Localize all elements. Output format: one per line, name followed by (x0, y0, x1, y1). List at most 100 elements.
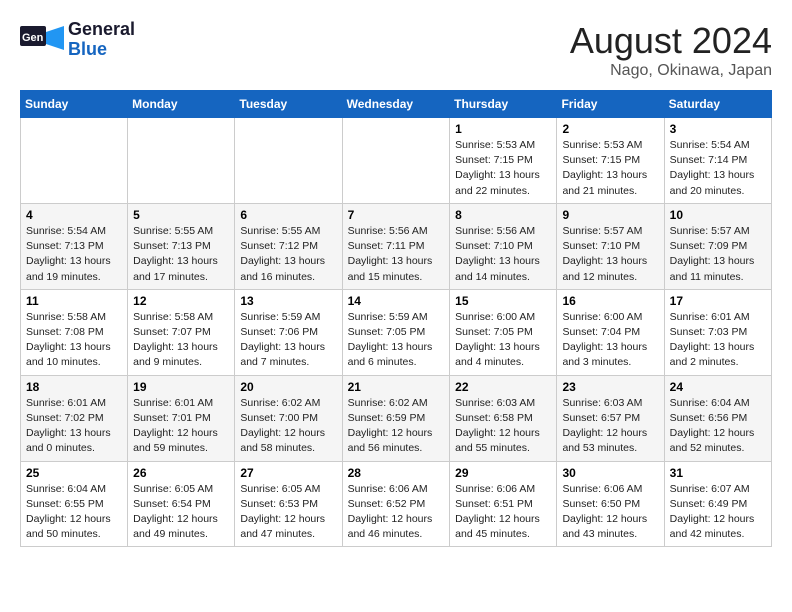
day-info: Sunrise: 5:53 AM Sunset: 7:15 PM Dayligh… (455, 138, 551, 199)
calendar-cell: 3Sunrise: 5:54 AM Sunset: 7:14 PM Daylig… (664, 118, 771, 204)
calendar-cell: 15 Sunrise: 6:00 AM Sunset: 7:05 PM Dayli… (450, 289, 557, 375)
calendar-cell: 5 Sunrise: 5:55 AM Sunset: 7:13 PM Daylig… (128, 203, 235, 289)
day-number: 9 (562, 208, 658, 222)
day-header-friday: Friday (557, 91, 664, 118)
day-number: 1 (455, 122, 551, 136)
day-number: 5 (133, 208, 229, 222)
day-info: Sunrise: 6:01 AM Sunset: 7:02 PM Dayligh… (26, 396, 122, 457)
calendar-cell: 4 Sunrise: 5:54 AM Sunset: 7:13 PM Daylig… (21, 203, 128, 289)
logo-icon: Gen (20, 22, 64, 58)
day-number: 6 (240, 208, 336, 222)
calendar-cell: 19 Sunrise: 6:01 AM Sunset: 7:01 PM Dayli… (128, 375, 235, 461)
page-header: Gen General Blue August 2024 Nago, Okina… (20, 20, 772, 80)
calendar-cell: 18 Sunrise: 6:01 AM Sunset: 7:02 PM Dayli… (21, 375, 128, 461)
day-number: 19 (133, 380, 229, 394)
day-info: Sunrise: 5:55 AM Sunset: 7:12 PM Dayligh… (240, 224, 336, 285)
day-info: Sunrise: 6:03 AM Sunset: 6:58 PM Dayligh… (455, 396, 551, 457)
calendar-cell: 22Sunrise: 6:03 AM Sunset: 6:58 PM Dayli… (450, 375, 557, 461)
day-info: Sunrise: 6:06 AM Sunset: 6:50 PM Dayligh… (562, 482, 658, 543)
day-number: 25 (26, 466, 122, 480)
calendar-cell: 2 Sunrise: 5:53 AM Sunset: 7:15 PM Daylig… (557, 118, 664, 204)
calendar-cell: 27 Sunrise: 6:05 AM Sunset: 6:53 PM Dayli… (235, 461, 342, 547)
calendar-cell: 11 Sunrise: 5:58 AM Sunset: 7:08 PM Dayli… (21, 289, 128, 375)
calendar-cell: 21Sunrise: 6:02 AM Sunset: 6:59 PM Dayli… (342, 375, 450, 461)
day-number: 24 (670, 380, 766, 394)
calendar-week-1: 1 Sunrise: 5:53 AM Sunset: 7:15 PM Daylig… (21, 118, 772, 204)
day-number: 13 (240, 294, 336, 308)
calendar-week-2: 4 Sunrise: 5:54 AM Sunset: 7:13 PM Daylig… (21, 203, 772, 289)
day-info: Sunrise: 5:55 AM Sunset: 7:13 PM Dayligh… (133, 224, 229, 285)
calendar-cell: 24 Sunrise: 6:04 AM Sunset: 6:56 PM Dayli… (664, 375, 771, 461)
day-number: 28 (348, 466, 445, 480)
day-info: Sunrise: 5:58 AM Sunset: 7:07 PM Dayligh… (133, 310, 229, 371)
day-info: Sunrise: 6:04 AM Sunset: 6:56 PM Dayligh… (670, 396, 766, 457)
day-info: Sunrise: 6:04 AM Sunset: 6:55 PM Dayligh… (26, 482, 122, 543)
logo-blue-text: Blue (68, 40, 135, 60)
calendar-cell: 20 Sunrise: 6:02 AM Sunset: 7:00 PM Dayli… (235, 375, 342, 461)
logo-general-text: General (68, 20, 135, 40)
day-header-saturday: Saturday (664, 91, 771, 118)
day-number: 27 (240, 466, 336, 480)
day-number: 7 (348, 208, 445, 222)
day-info: Sunrise: 6:02 AM Sunset: 7:00 PM Dayligh… (240, 396, 336, 457)
day-info: Sunrise: 5:56 AM Sunset: 7:11 PM Dayligh… (348, 224, 445, 285)
calendar-cell: 10 Sunrise: 5:57 AM Sunset: 7:09 PM Dayli… (664, 203, 771, 289)
day-number: 8 (455, 208, 551, 222)
calendar: SundayMondayTuesdayWednesdayThursdayFrid… (20, 90, 772, 547)
day-number: 10 (670, 208, 766, 222)
day-number: 29 (455, 466, 551, 480)
calendar-cell: 12 Sunrise: 5:58 AM Sunset: 7:07 PM Dayli… (128, 289, 235, 375)
calendar-cell (21, 118, 128, 204)
day-info: Sunrise: 5:54 AM Sunset: 7:13 PM Dayligh… (26, 224, 122, 285)
calendar-cell: 8 Sunrise: 5:56 AM Sunset: 7:10 PM Daylig… (450, 203, 557, 289)
day-info: Sunrise: 6:00 AM Sunset: 7:04 PM Dayligh… (562, 310, 658, 371)
day-info: Sunrise: 5:57 AM Sunset: 7:09 PM Dayligh… (670, 224, 766, 285)
title-block: August 2024 Nago, Okinawa, Japan (570, 20, 772, 80)
day-number: 4 (26, 208, 122, 222)
day-number: 17 (670, 294, 766, 308)
day-info: Sunrise: 6:03 AM Sunset: 6:57 PM Dayligh… (562, 396, 658, 457)
calendar-cell: 1 Sunrise: 5:53 AM Sunset: 7:15 PM Daylig… (450, 118, 557, 204)
day-number: 30 (562, 466, 658, 480)
calendar-cell: 14Sunrise: 5:59 AM Sunset: 7:05 PM Dayli… (342, 289, 450, 375)
day-number: 2 (562, 122, 658, 136)
day-info: Sunrise: 6:05 AM Sunset: 6:53 PM Dayligh… (240, 482, 336, 543)
calendar-cell: 23 Sunrise: 6:03 AM Sunset: 6:57 PM Dayli… (557, 375, 664, 461)
day-number: 16 (562, 294, 658, 308)
day-number: 20 (240, 380, 336, 394)
day-number: 26 (133, 466, 229, 480)
day-info: Sunrise: 5:53 AM Sunset: 7:15 PM Dayligh… (562, 138, 658, 199)
calendar-cell: 29Sunrise: 6:06 AM Sunset: 6:51 PM Dayli… (450, 461, 557, 547)
calendar-cell (235, 118, 342, 204)
calendar-header-row: SundayMondayTuesdayWednesdayThursdayFrid… (21, 91, 772, 118)
day-info: Sunrise: 5:56 AM Sunset: 7:10 PM Dayligh… (455, 224, 551, 285)
calendar-cell: 31Sunrise: 6:07 AM Sunset: 6:49 PM Dayli… (664, 461, 771, 547)
day-info: Sunrise: 6:01 AM Sunset: 7:03 PM Dayligh… (670, 310, 766, 371)
day-number: 23 (562, 380, 658, 394)
day-info: Sunrise: 6:00 AM Sunset: 7:05 PM Dayligh… (455, 310, 551, 371)
calendar-cell (342, 118, 450, 204)
svg-text:Gen: Gen (22, 32, 44, 44)
day-info: Sunrise: 5:54 AM Sunset: 7:14 PM Dayligh… (670, 138, 766, 199)
day-header-tuesday: Tuesday (235, 91, 342, 118)
day-number: 15 (455, 294, 551, 308)
day-header-monday: Monday (128, 91, 235, 118)
day-number: 11 (26, 294, 122, 308)
calendar-cell: 25 Sunrise: 6:04 AM Sunset: 6:55 PM Dayli… (21, 461, 128, 547)
calendar-cell: 17 Sunrise: 6:01 AM Sunset: 7:03 PM Dayli… (664, 289, 771, 375)
day-info: Sunrise: 6:01 AM Sunset: 7:01 PM Dayligh… (133, 396, 229, 457)
calendar-week-4: 18 Sunrise: 6:01 AM Sunset: 7:02 PM Dayli… (21, 375, 772, 461)
calendar-week-5: 25 Sunrise: 6:04 AM Sunset: 6:55 PM Dayli… (21, 461, 772, 547)
calendar-cell: 13 Sunrise: 5:59 AM Sunset: 7:06 PM Dayli… (235, 289, 342, 375)
month-title: August 2024 (570, 20, 772, 62)
calendar-cell: 30 Sunrise: 6:06 AM Sunset: 6:50 PM Dayli… (557, 461, 664, 547)
day-info: Sunrise: 6:06 AM Sunset: 6:52 PM Dayligh… (348, 482, 445, 543)
day-info: Sunrise: 5:59 AM Sunset: 7:06 PM Dayligh… (240, 310, 336, 371)
day-header-thursday: Thursday (450, 91, 557, 118)
day-number: 12 (133, 294, 229, 308)
calendar-cell: 6 Sunrise: 5:55 AM Sunset: 7:12 PM Daylig… (235, 203, 342, 289)
calendar-cell: 26Sunrise: 6:05 AM Sunset: 6:54 PM Dayli… (128, 461, 235, 547)
day-info: Sunrise: 5:58 AM Sunset: 7:08 PM Dayligh… (26, 310, 122, 371)
day-number: 18 (26, 380, 122, 394)
day-header-sunday: Sunday (21, 91, 128, 118)
